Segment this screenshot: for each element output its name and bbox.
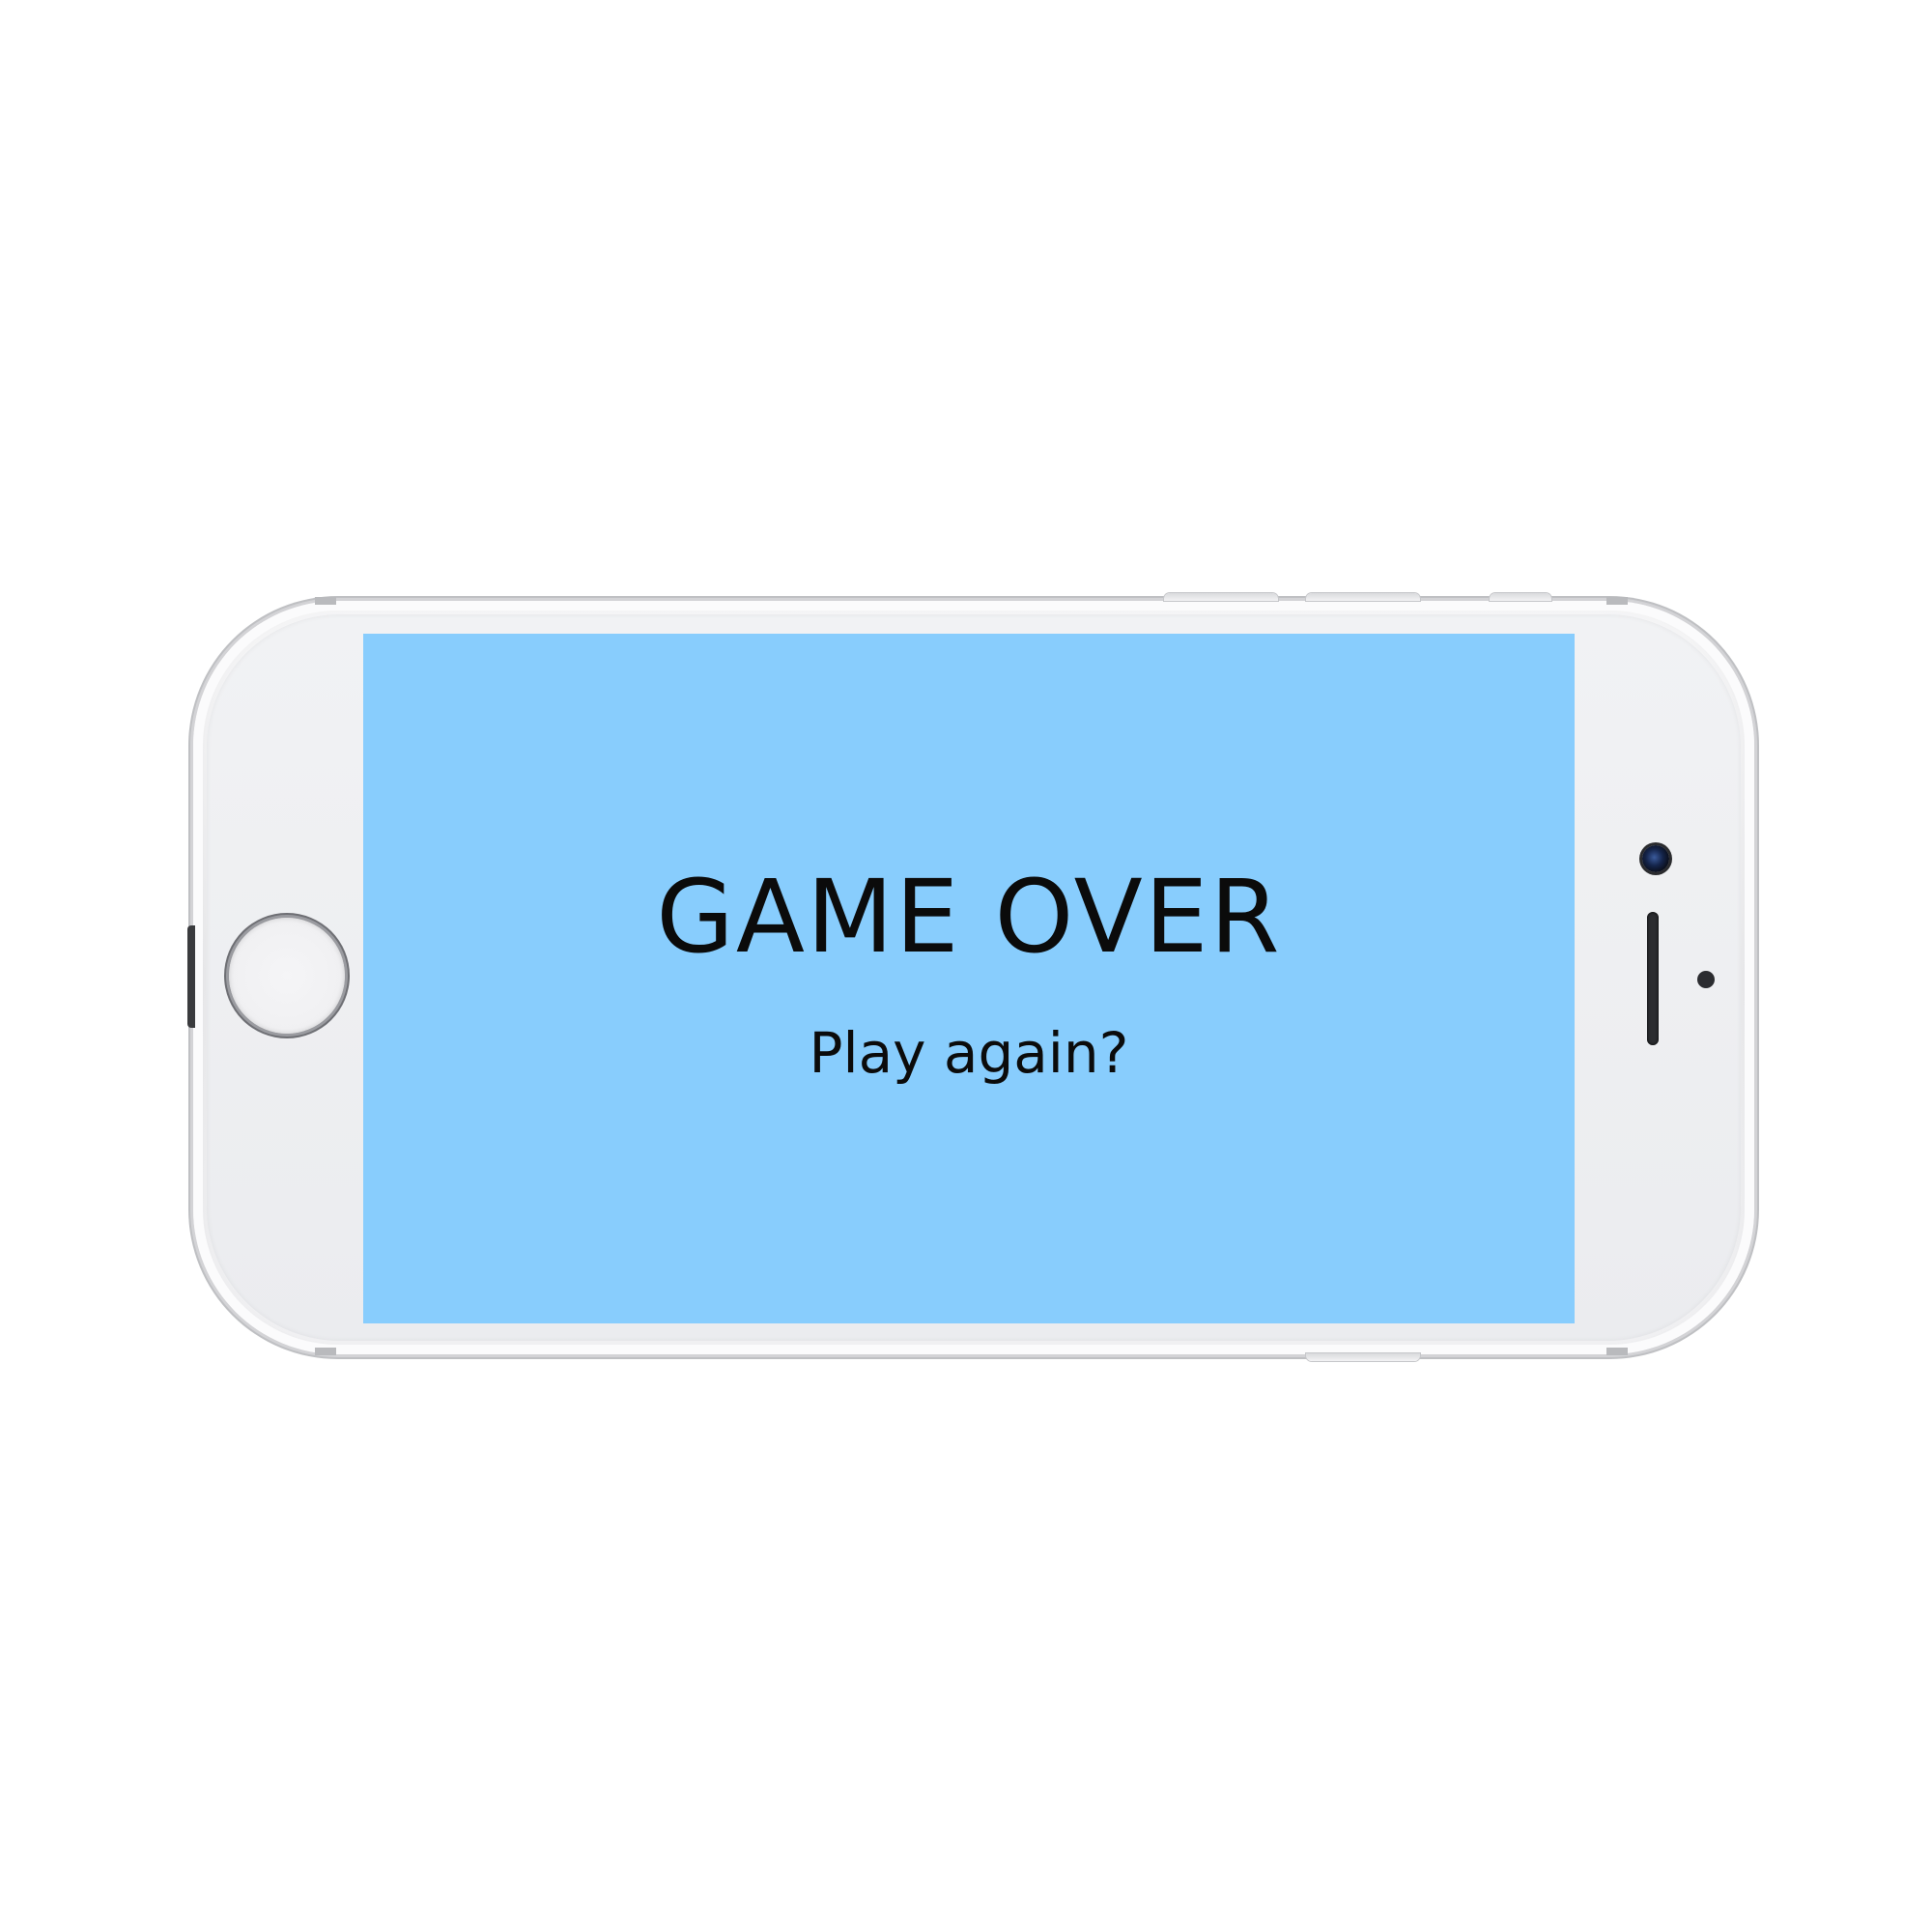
antenna-band bbox=[1606, 597, 1628, 605]
antenna-band bbox=[315, 1348, 336, 1355]
volume-down-button[interactable] bbox=[1306, 593, 1420, 601]
play-again-button[interactable]: Play again? bbox=[810, 1025, 1129, 1081]
mute-switch[interactable] bbox=[1490, 593, 1551, 601]
volume-up-button[interactable] bbox=[1164, 593, 1278, 601]
antenna-band bbox=[315, 597, 336, 605]
front-camera-icon bbox=[1642, 845, 1669, 872]
side-switch[interactable] bbox=[187, 925, 195, 1028]
game-screen: GAME OVER Play again? bbox=[363, 634, 1575, 1323]
power-button[interactable] bbox=[1306, 1353, 1420, 1361]
page-canvas: GAME OVER Play again? bbox=[0, 0, 1932, 1932]
proximity-sensor-icon bbox=[1697, 971, 1715, 988]
earpiece-speaker-icon bbox=[1647, 912, 1659, 1045]
game-over-title: GAME OVER bbox=[656, 858, 1282, 976]
home-button[interactable] bbox=[229, 918, 345, 1034]
antenna-band bbox=[1606, 1348, 1628, 1355]
